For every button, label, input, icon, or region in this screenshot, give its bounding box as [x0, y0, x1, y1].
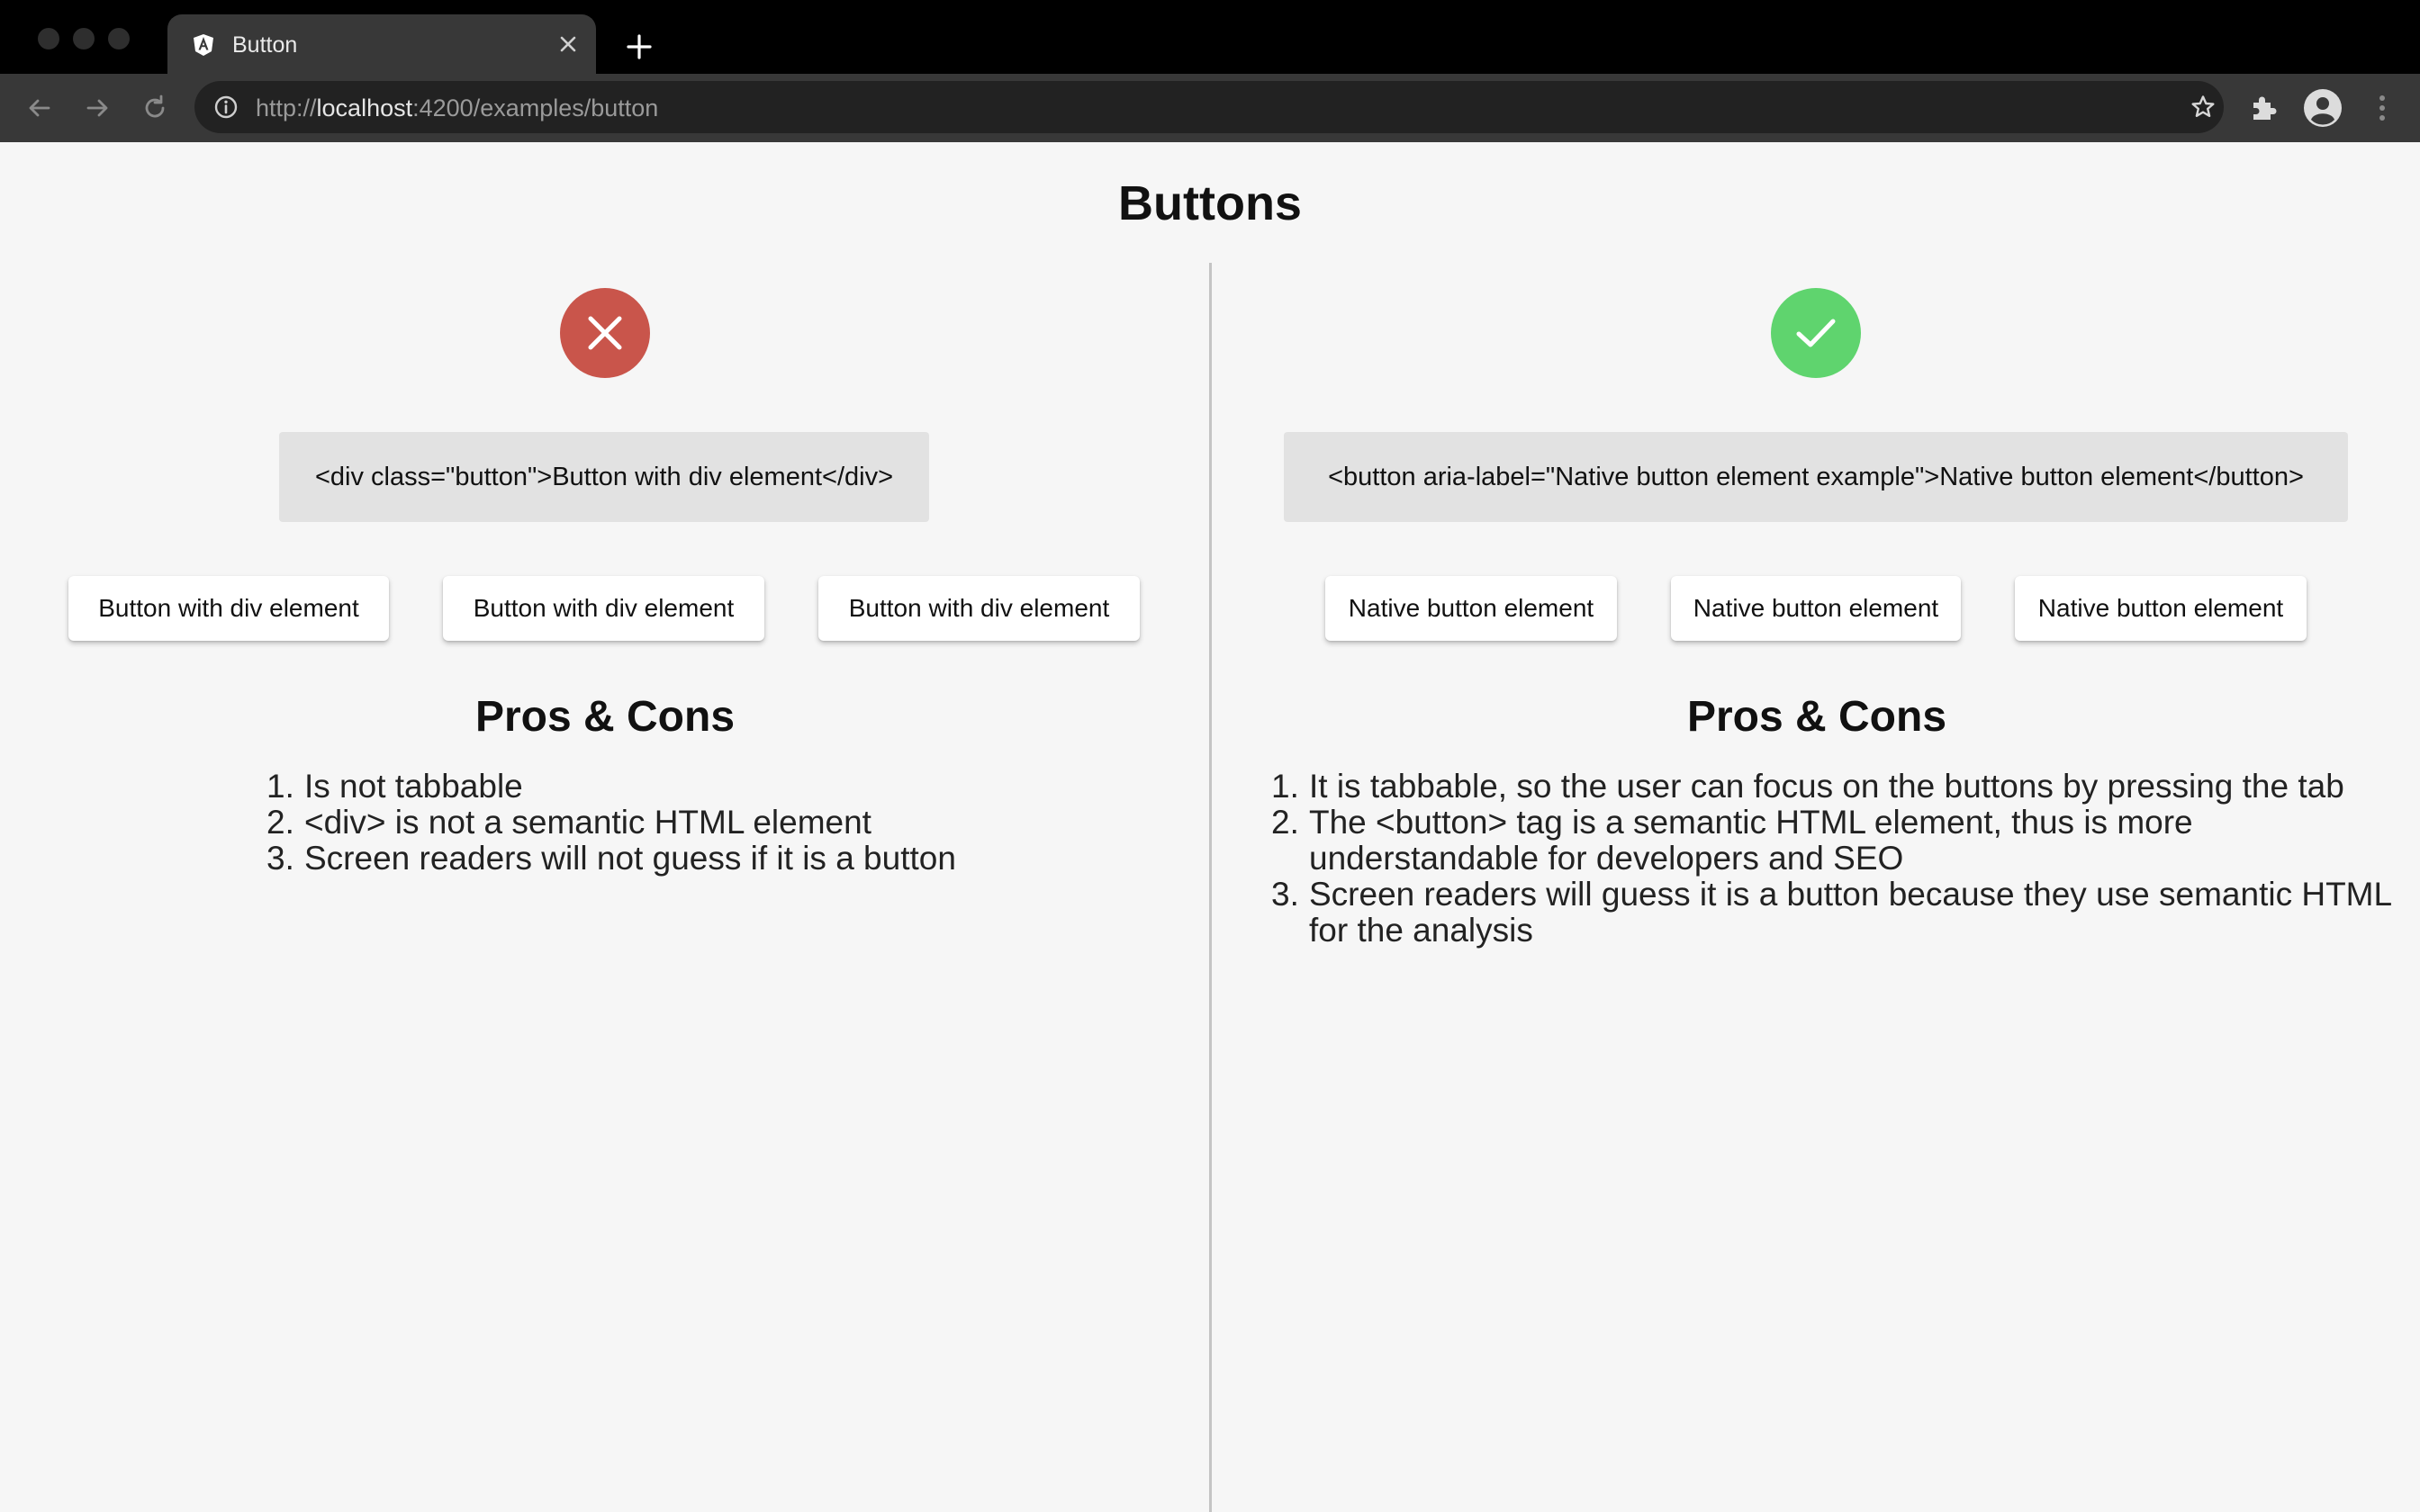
- forward-arrow-icon[interactable]: [81, 92, 113, 124]
- back-arrow-icon[interactable]: [23, 92, 56, 124]
- close-icon: [560, 288, 650, 378]
- extensions-puzzle-icon[interactable]: [2247, 92, 2280, 124]
- div-button-1[interactable]: Button with div element: [68, 576, 389, 641]
- url-text: http://localhost:4200/examples/button: [256, 94, 659, 122]
- list-item: 2. <div> is not a semantic HTML element: [266, 804, 871, 841]
- list-item: 1. Is not tabbable: [266, 768, 523, 805]
- window-minimize-button[interactable]: [73, 28, 95, 50]
- good-pros-cons-list: 1. It is tabbable, so the user can focus …: [1271, 769, 2418, 949]
- window-zoom-button[interactable]: [108, 28, 130, 50]
- bad-code-snippet: <div class="button">Button with div elem…: [279, 432, 929, 522]
- profile-avatar-icon[interactable]: [2303, 88, 2343, 128]
- list-item: 2. The <button> tag is a semantic HTML el…: [1271, 804, 2193, 877]
- native-button-3[interactable]: Native button element: [2015, 576, 2307, 641]
- check-icon: [1771, 288, 1861, 378]
- div-button-2[interactable]: Button with div element: [443, 576, 764, 641]
- new-tab-plus-icon[interactable]: [621, 29, 657, 65]
- native-button-1[interactable]: Native button element: [1325, 576, 1617, 641]
- list-item: 1. It is tabbable, so the user can focus …: [1271, 768, 2344, 805]
- bad-example-column: <div class="button">Button with div elem…: [0, 142, 1210, 1512]
- list-item: 3. Screen readers will guess it is a butt…: [1271, 876, 2391, 949]
- reload-icon[interactable]: [139, 92, 171, 124]
- good-pros-cons-heading: Pros & Cons: [1686, 693, 1947, 741]
- bad-pros-cons-heading: Pros & Cons: [474, 693, 736, 741]
- list-item: 3. Screen readers will not guess if it is…: [266, 840, 956, 877]
- bad-status-badge: [560, 288, 650, 378]
- good-example-column: <button aria-label="Native button elemen…: [1212, 142, 2420, 1512]
- window-close-button[interactable]: [38, 28, 59, 50]
- bad-pros-cons-list: 1. Is not tabbable 2. <div> is not a seman…: [266, 769, 1041, 877]
- page-content: Buttons <div class="button">Button with …: [0, 142, 2420, 1512]
- angular-logo-icon: [194, 34, 213, 56]
- bookmark-star-icon[interactable]: [2190, 94, 2217, 121]
- browser-toolbar: http://localhost:4200/examples/button: [0, 74, 2420, 142]
- good-status-badge: [1771, 288, 1861, 378]
- tab-title: Button: [232, 32, 298, 58]
- browser-tab-active[interactable]: Button: [167, 14, 596, 74]
- site-info-icon[interactable]: [212, 94, 239, 121]
- browser-menu-dots-icon[interactable]: [2366, 90, 2398, 126]
- native-button-2[interactable]: Native button element: [1671, 576, 1961, 641]
- address-bar[interactable]: http://localhost:4200/examples/button: [194, 81, 2224, 133]
- browser-titlebar: Button: [0, 0, 2420, 74]
- div-button-3[interactable]: Button with div element: [818, 576, 1140, 641]
- good-code-snippet: <button aria-label="Native button elemen…: [1284, 432, 2348, 522]
- tab-close-icon[interactable]: [556, 32, 580, 56]
